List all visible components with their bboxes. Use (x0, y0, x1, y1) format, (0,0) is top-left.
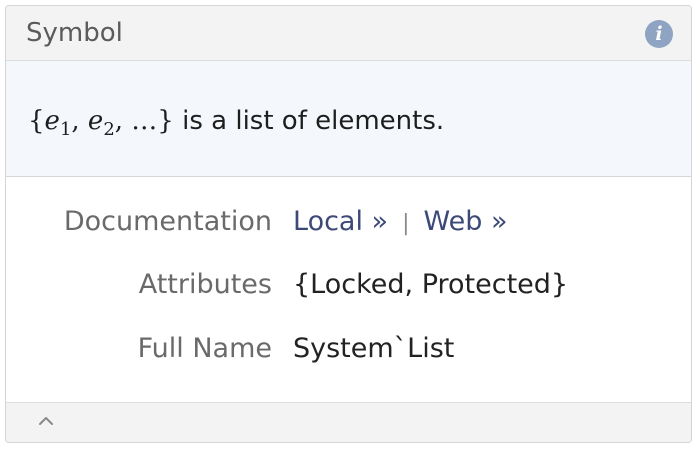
panel-header: Symbol i (6, 6, 691, 61)
local-docs-link[interactable]: Local » (293, 206, 388, 237)
usage-section: {e1, e2, …} is a list of elements. (6, 61, 691, 177)
chevron-up-icon[interactable] (36, 411, 56, 431)
usage-description: is a list of elements. (182, 106, 445, 136)
info-icon[interactable]: i (645, 20, 673, 48)
usage-comma-1: , (71, 106, 80, 136)
symbol-info-panel: Symbol i {e1, e2, …} is a list of elemen… (5, 5, 692, 443)
usage-brace-open: { (28, 106, 45, 136)
usage-brace-close: } (157, 106, 174, 136)
panel-title: Symbol (26, 18, 123, 48)
usage-element-2: e2 (87, 106, 115, 140)
attributes-label: Attributes (138, 269, 272, 300)
usage-element-1: e1 (44, 106, 72, 140)
link-separator: | (402, 211, 410, 236)
full-name-label: Full Name (137, 333, 272, 364)
documentation-row: Documentation Local » | Web » (6, 202, 691, 242)
web-docs-link[interactable]: Web » (424, 206, 508, 237)
usage-text: {e1, e2, …} is a list of elements. (28, 105, 444, 146)
usage-ellipsis: … (131, 106, 158, 136)
attributes-row: Attributes {Locked, Protected} (6, 265, 691, 305)
panel-footer (6, 402, 691, 442)
full-name-row: Full Name System`List (6, 329, 691, 369)
full-name-value: System`List (293, 333, 455, 364)
documentation-links: Local » | Web » (293, 202, 507, 244)
attributes-value: {Locked, Protected} (293, 269, 569, 300)
usage-comma-2: , (114, 106, 124, 136)
documentation-label: Documentation (63, 206, 272, 237)
